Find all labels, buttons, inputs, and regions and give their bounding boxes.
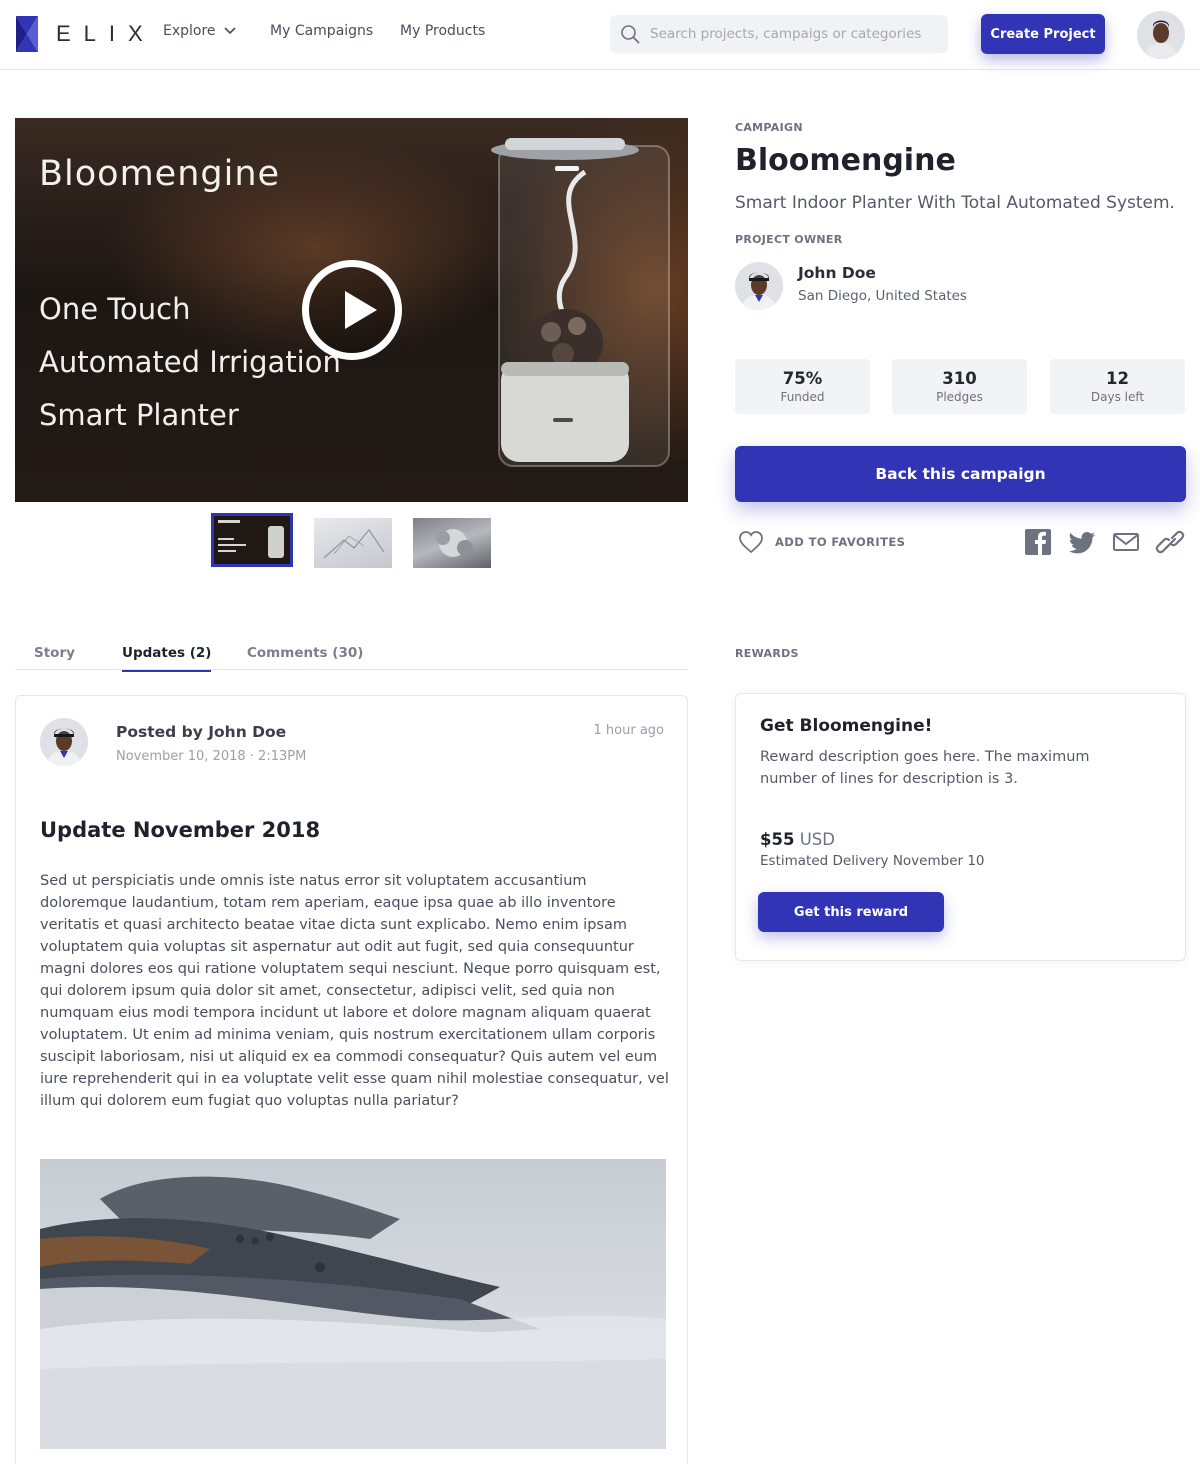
post-time-ago: 1 hour ago	[593, 723, 664, 738]
update-image	[40, 1159, 666, 1449]
owner-avatar[interactable]	[735, 262, 783, 310]
nav-explore[interactable]: Explore	[163, 23, 236, 39]
facebook-icon[interactable]	[1023, 527, 1053, 557]
nav-my-products[interactable]: My Products	[400, 23, 485, 39]
back-campaign-button[interactable]: Back this campaign	[735, 446, 1186, 502]
thumbnail-image-2[interactable]	[314, 518, 392, 568]
nav-explore-label: Explore	[163, 23, 216, 39]
update-title: Update November 2018	[40, 818, 321, 842]
post-date: November 10, 2018 · 2:13PM	[116, 749, 307, 764]
heart-icon	[739, 531, 763, 554]
tab-comments[interactable]: Comments (30)	[247, 645, 363, 661]
stat-pledges-label: Pledges	[936, 390, 983, 404]
reward-price-amount: $55	[760, 830, 795, 849]
twitter-icon[interactable]	[1067, 527, 1097, 557]
thumbnail-image-3[interactable]	[413, 518, 491, 568]
favorites-label: ADD TO FAVORITES	[775, 535, 906, 549]
get-reward-button[interactable]: Get this reward	[758, 892, 944, 932]
post-author-avatar[interactable]	[40, 718, 88, 766]
stat-pledges-value: 310	[942, 369, 977, 388]
top-navbar: ELIX Explore My Campaigns My Products Cr…	[0, 0, 1200, 70]
user-avatar[interactable]	[1137, 11, 1185, 59]
campaign-title: Bloomengine	[735, 143, 956, 178]
media-thumbnails	[211, 513, 512, 568]
stat-days-left-value: 12	[1106, 369, 1129, 388]
reward-description: Reward description goes here. The maximu…	[760, 749, 1090, 787]
chevron-down-icon	[223, 27, 236, 35]
planter-image	[491, 138, 670, 467]
tab-updates[interactable]: Updates (2)	[122, 645, 212, 672]
add-to-favorites[interactable]: ADD TO FAVORITES	[738, 530, 905, 554]
video-brand-text: Bloomengine	[39, 154, 281, 194]
owner-name[interactable]: John Doe	[798, 264, 876, 282]
update-body: Sed ut perspiciatis unde omnis iste natu…	[40, 873, 669, 1109]
campaign-video[interactable]: Bloomengine One Touch Automated Irrigati…	[15, 118, 688, 502]
reward-price: $55 USD	[760, 830, 835, 849]
stat-funded-value: 75%	[782, 369, 823, 388]
reward-delivery: Estimated Delivery November 10	[760, 853, 985, 869]
play-icon[interactable]	[302, 260, 402, 360]
search-bar	[610, 15, 948, 53]
thumbnail-video[interactable]	[211, 513, 293, 567]
reward-title: Get Bloomengine!	[760, 716, 933, 736]
rewards-label: REWARDS	[735, 647, 799, 660]
owner-location: San Diego, United States	[798, 288, 967, 304]
video-caption-line-2: Automated Irrigation	[39, 345, 341, 379]
stat-days-left: 12 Days left	[1050, 359, 1185, 414]
campaign-label: CAMPAIGN	[735, 121, 803, 134]
link-icon[interactable]	[1155, 527, 1185, 557]
posted-by: Posted by John Doe	[116, 723, 287, 741]
search-input[interactable]	[650, 26, 940, 42]
create-project-button[interactable]: Create Project	[981, 14, 1105, 54]
reward-card: Get Bloomengine! Reward description goes…	[735, 693, 1186, 961]
logo-text: ELIX	[56, 21, 156, 46]
campaign-subtitle: Smart Indoor Planter With Total Automate…	[735, 193, 1175, 213]
project-owner-label: PROJECT OWNER	[735, 233, 843, 246]
tab-story[interactable]: Story	[34, 645, 75, 661]
logo[interactable]: ELIX	[14, 14, 156, 54]
logo-icon	[16, 16, 38, 52]
update-card: Posted by John Doe November 10, 2018 · 2…	[15, 695, 688, 1464]
stat-funded-label: Funded	[780, 390, 825, 404]
nav-my-campaigns[interactable]: My Campaigns	[270, 23, 373, 39]
stat-days-left-label: Days left	[1090, 390, 1145, 404]
content-tabs: Story Updates (2) Comments (30)	[15, 633, 688, 672]
search-icon	[621, 25, 640, 44]
reward-price-currency: USD	[799, 830, 835, 849]
video-caption-line-3: Smart Planter	[39, 398, 239, 432]
stat-funded: 75% Funded	[735, 359, 870, 414]
stat-pledges: 310 Pledges	[892, 359, 1027, 414]
mail-icon[interactable]	[1111, 527, 1141, 557]
video-caption-line-1: One Touch	[39, 292, 191, 326]
